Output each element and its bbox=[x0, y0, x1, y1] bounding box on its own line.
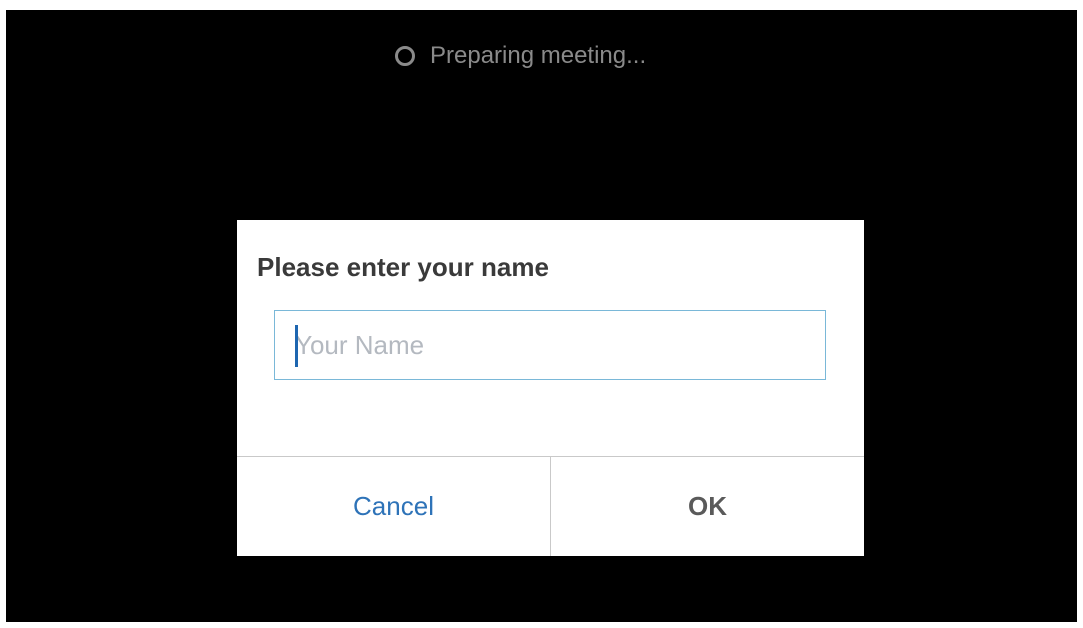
dialog-title: Please enter your name bbox=[257, 252, 549, 282]
name-input[interactable] bbox=[275, 311, 825, 379]
preparing-status: Preparing meeting... bbox=[394, 36, 646, 76]
dialog-button-row: Cancel OK bbox=[237, 456, 864, 556]
name-input-container[interactable] bbox=[274, 310, 826, 380]
ok-button[interactable]: OK bbox=[551, 457, 864, 556]
enter-name-dialog: Please enter your name Cancel OK bbox=[237, 220, 864, 556]
text-caret bbox=[295, 325, 298, 367]
meeting-screen: Preparing meeting... Please enter your n… bbox=[6, 10, 1077, 622]
status-text: Preparing meeting... bbox=[430, 42, 647, 69]
cancel-button[interactable]: Cancel bbox=[237, 457, 551, 556]
spinner-icon bbox=[395, 46, 415, 66]
